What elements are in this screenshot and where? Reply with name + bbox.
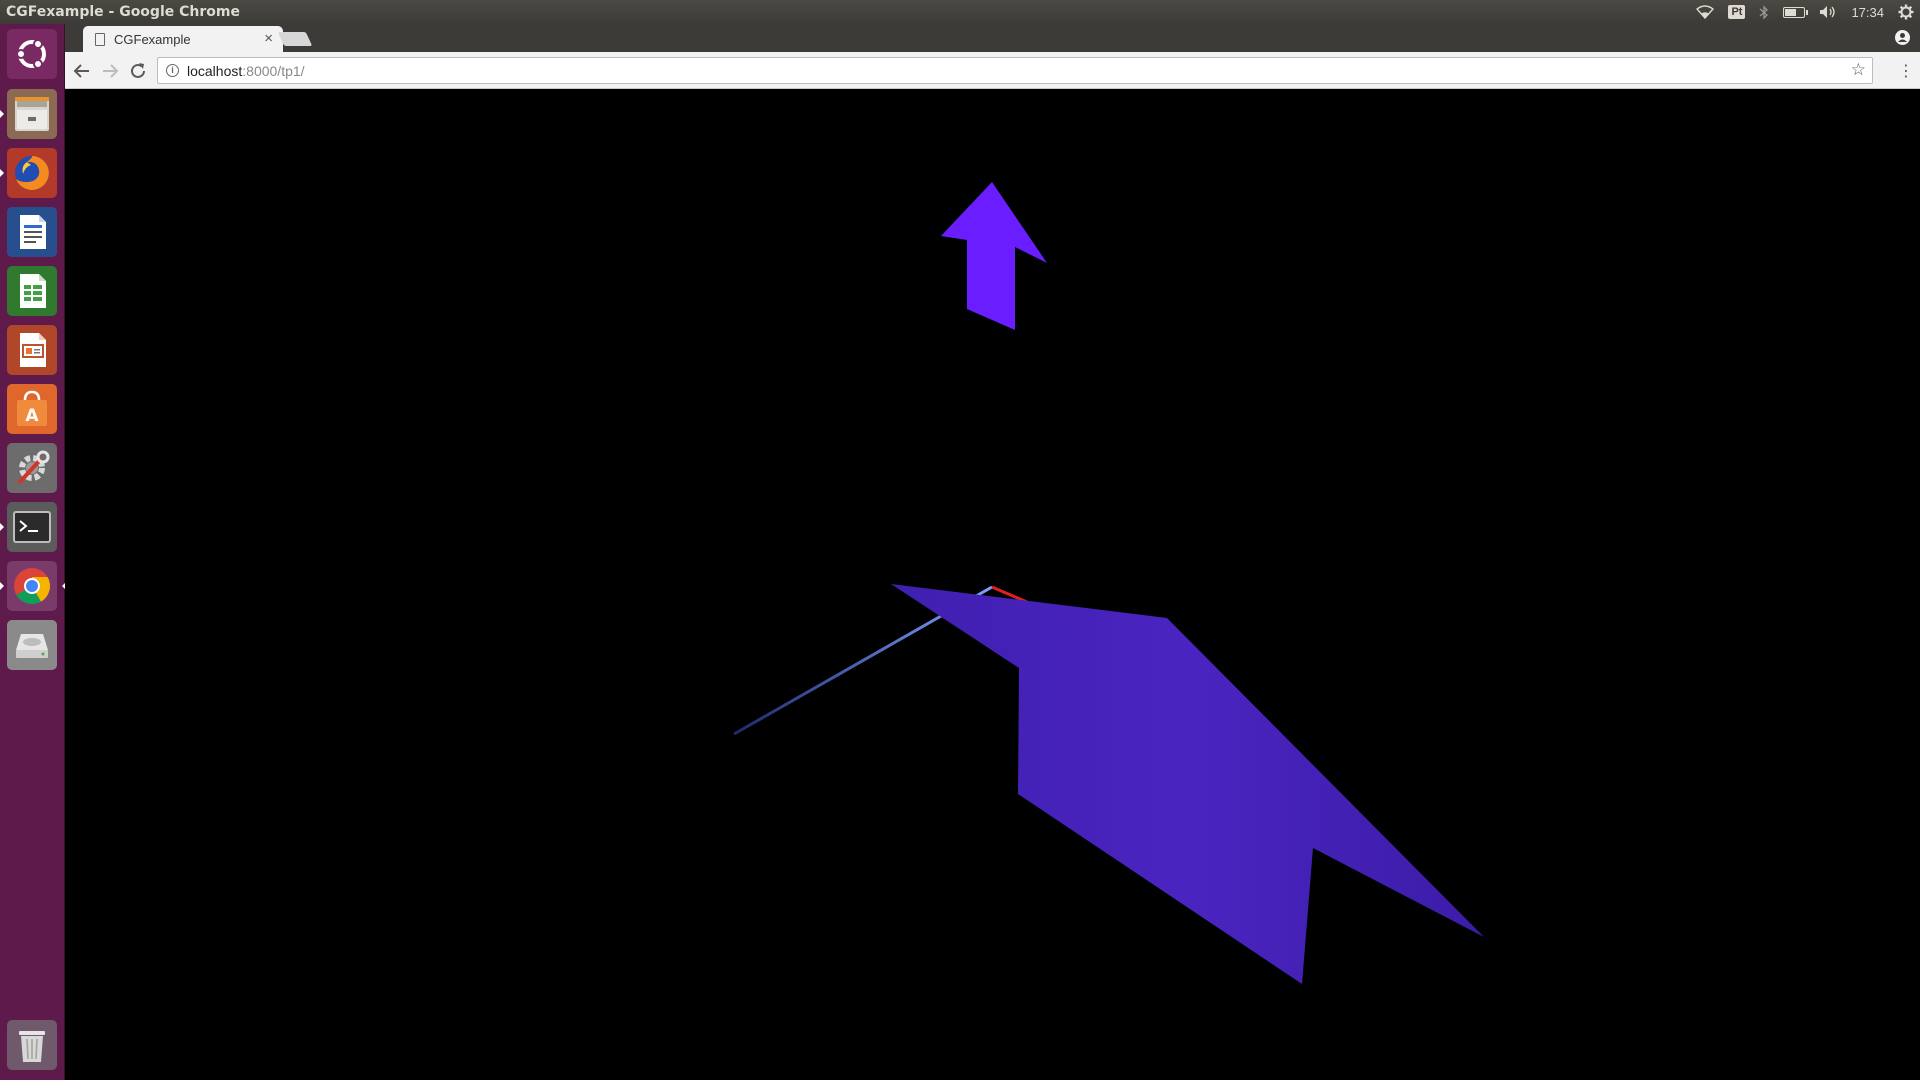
planar-shape	[891, 584, 1484, 984]
battery-icon[interactable]	[1783, 6, 1809, 18]
terminal-icon	[7, 502, 57, 552]
info-icon[interactable]: i	[166, 64, 179, 77]
volume-icon[interactable]	[1819, 5, 1837, 19]
reload-button[interactable]	[127, 60, 149, 82]
window-title: CGFexample - Google Chrome	[6, 4, 240, 20]
page-icon	[95, 32, 105, 46]
launcher-ubuntu-dash[interactable]	[5, 27, 59, 81]
writer-document-icon	[7, 207, 57, 257]
launcher-writer[interactable]	[5, 205, 59, 259]
address-bar[interactable]: i localhost:8000/tp1/ ☆	[157, 57, 1873, 84]
browser-window: CGFexample × i localhost:8000/tp1/ ☆ ⋮	[65, 24, 1920, 1080]
keyboard-layout-indicator[interactable]: Pt	[1728, 5, 1746, 19]
calc-spreadsheet-icon	[7, 266, 57, 316]
running-indicator	[0, 169, 4, 177]
bookmark-star-icon[interactable]: ☆	[1851, 60, 1866, 80]
close-icon[interactable]: ×	[264, 30, 273, 47]
firefox-icon	[7, 148, 57, 198]
chrome-icon	[7, 561, 57, 611]
clock[interactable]: 17:34	[1851, 5, 1884, 20]
profile-icon[interactable]	[1895, 30, 1910, 45]
url-path: :8000/tp1/	[242, 62, 305, 79]
arrow-shape	[941, 182, 1047, 330]
launcher-disk[interactable]	[5, 618, 59, 672]
keyboard-layout-label: Pt	[1728, 5, 1746, 19]
browser-tab[interactable]: CGFexample ×	[83, 26, 283, 52]
svg-text:A: A	[25, 406, 39, 426]
back-button[interactable]	[71, 60, 93, 82]
browser-toolbar: i localhost:8000/tp1/ ☆ ⋮	[65, 52, 1920, 89]
reload-icon	[131, 63, 145, 78]
url-host: localhost	[187, 62, 243, 79]
disk-icon	[7, 620, 57, 670]
launcher-impress[interactable]	[5, 323, 59, 377]
new-tab-button[interactable]	[277, 32, 313, 46]
wifi-icon[interactable]	[1696, 5, 1715, 19]
top-panel: CGFexample - Google Chrome Pt 17:34	[0, 0, 1920, 24]
file-cabinet-icon	[7, 89, 57, 139]
system-tray: Pt 17:34	[1696, 0, 1914, 24]
launcher-terminal[interactable]	[0, 500, 59, 554]
launcher-software[interactable]: A	[5, 382, 59, 436]
ubuntu-logo-icon	[7, 29, 57, 79]
running-indicator	[0, 523, 4, 531]
bluetooth-icon[interactable]	[1759, 4, 1769, 20]
launcher-trash[interactable]	[5, 1018, 59, 1072]
forward-button[interactable]	[99, 60, 121, 82]
launcher-calc[interactable]	[5, 264, 59, 318]
trash-icon	[7, 1020, 57, 1070]
running-indicator	[0, 110, 4, 118]
webgl-canvas[interactable]	[65, 90, 1920, 1080]
launcher-chrome[interactable]	[0, 559, 66, 613]
impress-presentation-icon	[7, 325, 57, 375]
settings-wrench-icon	[7, 443, 57, 493]
back-arrow-icon	[73, 64, 89, 78]
launcher: A	[0, 24, 66, 1080]
menu-icon[interactable]: ⋮	[1898, 61, 1914, 81]
launcher-firefox[interactable]	[0, 146, 59, 200]
launcher-files[interactable]	[0, 87, 59, 141]
tab-title: CGFexample	[114, 31, 191, 47]
forward-arrow-icon	[103, 64, 119, 78]
software-bag-icon: A	[7, 384, 57, 434]
tab-strip: CGFexample ×	[65, 24, 1920, 52]
launcher-settings[interactable]	[5, 441, 59, 495]
gear-icon[interactable]	[1898, 4, 1914, 20]
running-indicator	[0, 582, 4, 590]
battery-level-fill	[1785, 8, 1796, 16]
